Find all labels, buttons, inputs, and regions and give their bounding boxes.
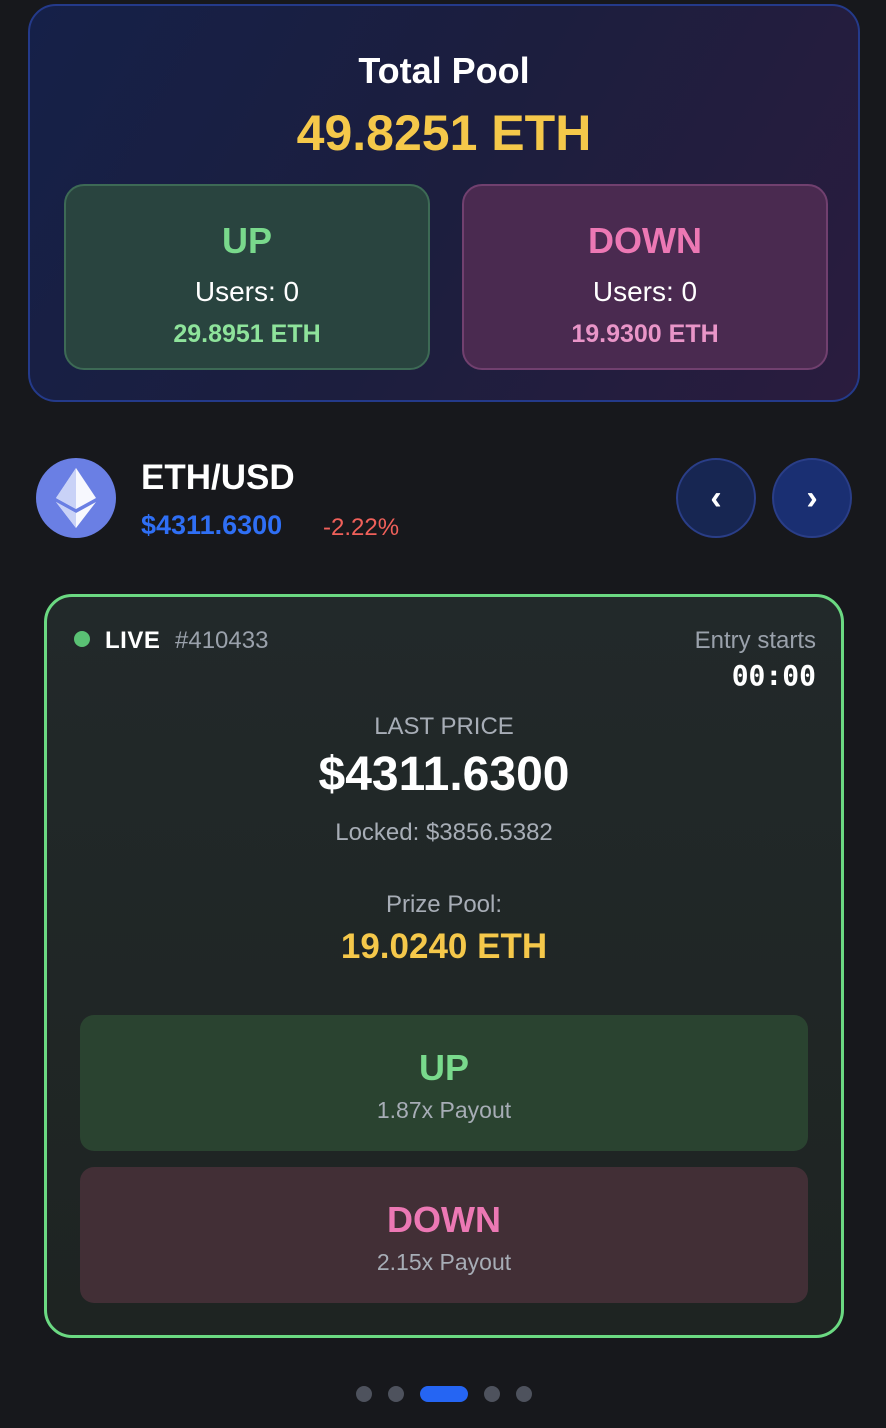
pool-up-users: Users: 0 — [194, 276, 300, 307]
live-status-dot-icon — [74, 631, 90, 647]
round-id: #410433 — [175, 627, 269, 654]
live-round-card: LIVE #410433 Entry starts 00:00 LAST PRI… — [44, 594, 844, 1338]
next-round-button[interactable]: › — [772, 458, 852, 538]
last-price-value: $4311.6300 — [318, 748, 570, 801]
pool-down-users: Users: 0 — [592, 276, 698, 307]
bet-down-label: DOWN — [387, 1199, 501, 1240]
asset-price: $4311.6300 — [141, 510, 283, 540]
chevron-right-icon: › — [806, 478, 818, 517]
page-dot-active[interactable] — [420, 1386, 468, 1402]
asset-change: -2.22% — [323, 514, 400, 541]
bet-up-payout: 1.87x Payout — [376, 1097, 512, 1123]
asset-pair: ETH/USD — [141, 458, 295, 497]
pool-down-amount: 19.9300 ETH — [571, 320, 719, 348]
pool-down-label: DOWN — [588, 220, 702, 261]
bet-down-button[interactable]: DOWN 2.15x Payout — [80, 1167, 808, 1303]
total-pool-card: Total Pool 49.8251 ETH UP Users: 0 29.89… — [28, 4, 860, 402]
pool-total-value: 49.8251 ETH — [296, 105, 592, 161]
last-price-label: LAST PRICE — [374, 713, 514, 740]
page-dot[interactable] — [388, 1386, 404, 1402]
prev-round-button[interactable]: ‹ — [676, 458, 756, 538]
pool-title: Total Pool — [358, 50, 530, 91]
bet-up-button[interactable]: UP 1.87x Payout — [80, 1015, 808, 1151]
entry-timer: 00:00 — [731, 659, 816, 692]
pool-down-box: DOWN Users: 0 19.9300 ETH — [462, 184, 828, 370]
prize-pool-label: Prize Pool: — [385, 891, 503, 918]
round-status: LIVE — [105, 627, 161, 654]
ethereum-icon — [36, 458, 116, 538]
page-dot[interactable] — [484, 1386, 500, 1402]
pool-up-box: UP Users: 0 29.8951 ETH — [64, 184, 430, 370]
pool-up-amount: 29.8951 ETH — [173, 320, 321, 348]
asset-header: ETH/USD $4311.6300 -2.22% ‹ › — [36, 458, 852, 541]
entry-starts-label: Entry starts — [694, 627, 816, 654]
locked-price: Locked: $3856.5382 — [335, 819, 553, 846]
bet-up-label: UP — [418, 1047, 469, 1088]
bet-down-payout: 2.15x Payout — [376, 1249, 512, 1275]
page-dot[interactable] — [516, 1386, 532, 1402]
prize-pool-value: 19.0240 ETH — [340, 927, 548, 966]
pool-up-label: UP — [221, 220, 272, 261]
chevron-left-icon: ‹ — [710, 478, 722, 517]
page-dot[interactable] — [356, 1386, 372, 1402]
carousel-pagination — [0, 1385, 886, 1403]
